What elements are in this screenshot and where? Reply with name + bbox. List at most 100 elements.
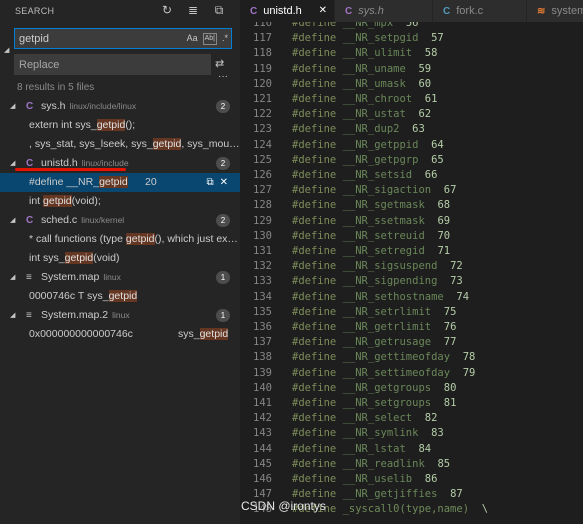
line-number: 119 xyxy=(253,62,272,75)
macro-name: __NR_chroot xyxy=(342,93,413,105)
macro-name: __NR_setgroups xyxy=(342,397,432,409)
file-result-row[interactable]: ◢ ≡ System.map.2 linux 1 xyxy=(0,306,240,325)
refresh-icon[interactable]: ↻ xyxy=(160,3,174,17)
line-content: #define __NR_sethostname 74 xyxy=(292,290,469,305)
file-result-row[interactable]: ◢ ≡ System.map linux 1 xyxy=(0,268,240,287)
makefile-icon: ≋ xyxy=(537,6,546,17)
match-result-row[interactable]: , sys_stat, sys_lseek, sys_getpid, sys_m… xyxy=(0,135,240,154)
chevron-down-icon[interactable]: ◢ xyxy=(10,211,15,230)
macro-value: 59 xyxy=(418,62,432,75)
line-content: #define __NR_settimeofday 79 xyxy=(292,366,475,381)
line-content: #define __NR_setrlimit 75 xyxy=(292,305,456,320)
file-result-row[interactable]: ◢ Csched.c linux/kernel 2 xyxy=(0,211,240,230)
editor-area: Cunistd.h ✕ Csys.h Cfork.c ≋ system 116 #defin… xyxy=(240,0,583,524)
match-highlight: getpid xyxy=(199,328,229,340)
match-result-row[interactable]: 0x000000000000746c sys_getpid xyxy=(0,325,240,344)
more-options-icon[interactable]: ··· xyxy=(218,71,228,82)
replace-input[interactable] xyxy=(15,55,165,74)
tab-0[interactable]: Cunistd.h ✕ xyxy=(240,0,334,22)
tab-label: system xyxy=(551,5,583,17)
match-result-row[interactable]: int sys_getpid(void) xyxy=(0,249,240,268)
search-input[interactable] xyxy=(15,29,165,48)
replace-all-icon[interactable]: ⇄ xyxy=(215,57,224,70)
line-number: 133 xyxy=(253,275,272,288)
line-content: #define __NR_uname 59 xyxy=(292,62,431,77)
chevron-down-icon[interactable]: ◢ xyxy=(10,268,15,287)
macro-name: __NR_sethostname xyxy=(342,290,444,303)
map-file-icon: ≡ xyxy=(26,310,32,321)
file-path: linux/kernel xyxy=(81,215,125,225)
chevron-down-icon[interactable]: ◢ xyxy=(10,306,15,325)
match-result-row[interactable]: int getpid(void); xyxy=(0,192,240,211)
match-result-row[interactable]: * call functions (type getpid(), which j… xyxy=(0,230,240,249)
code-line: 123 #define __NR_dup2 63 xyxy=(240,122,583,137)
macro-name: __NR_setregid xyxy=(342,245,425,257)
define-directive: #define xyxy=(292,412,337,425)
chevron-down-icon[interactable]: ◢ xyxy=(10,97,15,116)
match-highlight: getpid xyxy=(125,233,155,245)
code-view[interactable]: 116 #define __NR_mpx 56 117 #define __NR_se… xyxy=(240,22,583,524)
file-path: linux xyxy=(103,272,121,282)
macro-value: 67 xyxy=(443,184,457,197)
macro-name: __NR_select xyxy=(342,412,413,425)
macro-name: __NR_setreuid xyxy=(342,229,425,242)
match-symbol-prefix: sys_ xyxy=(178,328,200,340)
collapse-all-icon[interactable]: ⧉ xyxy=(212,3,226,17)
match-case-icon[interactable]: Aa xyxy=(187,31,198,45)
match-highlight: getpid xyxy=(96,119,126,131)
tab-2[interactable]: Cfork.c xyxy=(433,0,526,22)
macro-name: __NR_getrusage xyxy=(342,336,432,349)
line-number: 137 xyxy=(253,336,272,349)
match-result-row[interactable]: #define __NR_getpid 20 ⧉ ✕ xyxy=(0,173,240,192)
line-number: 125 xyxy=(253,153,272,166)
dismiss-icon[interactable]: ✕ xyxy=(220,177,228,188)
define-directive: #define xyxy=(292,351,337,364)
code-line: 116 #define __NR_mpx 56 xyxy=(240,22,583,31)
tab-1[interactable]: Csys.h xyxy=(335,0,432,22)
whole-word-icon[interactable]: Ab| xyxy=(202,33,217,45)
close-icon[interactable]: ✕ xyxy=(319,0,327,22)
macro-name: __NR_sgetmask xyxy=(342,199,425,212)
define-directive: #define xyxy=(292,442,337,455)
file-path: linux xyxy=(112,310,130,320)
code-line: 122 #define __NR_ustat 62 xyxy=(240,107,583,122)
macro-value: 57 xyxy=(431,32,444,45)
file-name: sched.c linux/kernel xyxy=(41,211,124,230)
file-result-row[interactable]: ◢ Csys.h linux/include/linux 2 xyxy=(0,97,240,116)
macro-value: 66 xyxy=(424,169,438,181)
line-number: 126 xyxy=(253,169,272,181)
tab-3[interactable]: ≋ system xyxy=(527,0,583,22)
file-name-label: sched.c xyxy=(41,214,78,226)
match-count-badge: 1 xyxy=(216,309,230,322)
define-directive: #define xyxy=(292,290,337,303)
line-content: #define __NR_readlink 85 xyxy=(292,457,450,472)
replace-icon[interactable]: ⧉ xyxy=(206,177,213,188)
clear-results-icon[interactable]: ≣ xyxy=(186,3,200,17)
define-directive: #define xyxy=(292,245,337,257)
define-directive: #define xyxy=(292,123,337,136)
line-content: #define __NR_select 82 xyxy=(292,411,437,426)
regex-icon[interactable]: .* xyxy=(222,31,228,45)
macro-name: __NR_gettimeofday xyxy=(342,351,451,364)
file-name: System.map linux xyxy=(41,268,121,287)
editor-tabs: Cunistd.h ✕ Csys.h Cfork.c ≋ system xyxy=(240,0,583,22)
define-directive: #define xyxy=(292,305,337,318)
line-content: #define __NR_ustat 62 xyxy=(292,107,431,122)
define-directive: #define xyxy=(292,22,337,29)
define-directive: #define xyxy=(292,366,337,379)
match-result-row[interactable]: 0000746c T sys_getpid xyxy=(0,287,240,306)
line-content: #define __NR_getpgrp 65 xyxy=(292,153,444,168)
match-symbol: sys_getpid xyxy=(178,325,229,344)
match-result-row[interactable]: extern int sys_getpid(); xyxy=(0,116,240,135)
code-line: 128 #define __NR_sgetmask 68 xyxy=(240,198,583,213)
macro-name: __NR_umask xyxy=(342,77,406,90)
macro-value: 87 xyxy=(450,488,463,501)
code-line: 119 #define __NR_uname 59 xyxy=(240,62,583,77)
code-line: 143 #define __NR_symlink 83 xyxy=(240,426,583,441)
toggle-replace-chevron-icon[interactable]: ◢ xyxy=(4,46,9,54)
line-content: #define __NR_ssetmask 69 xyxy=(292,214,450,229)
macro-value: 73 xyxy=(450,275,463,288)
define-directive: #define xyxy=(292,214,337,227)
macro-value: 62 xyxy=(418,108,432,121)
define-directive: #define xyxy=(292,77,337,90)
